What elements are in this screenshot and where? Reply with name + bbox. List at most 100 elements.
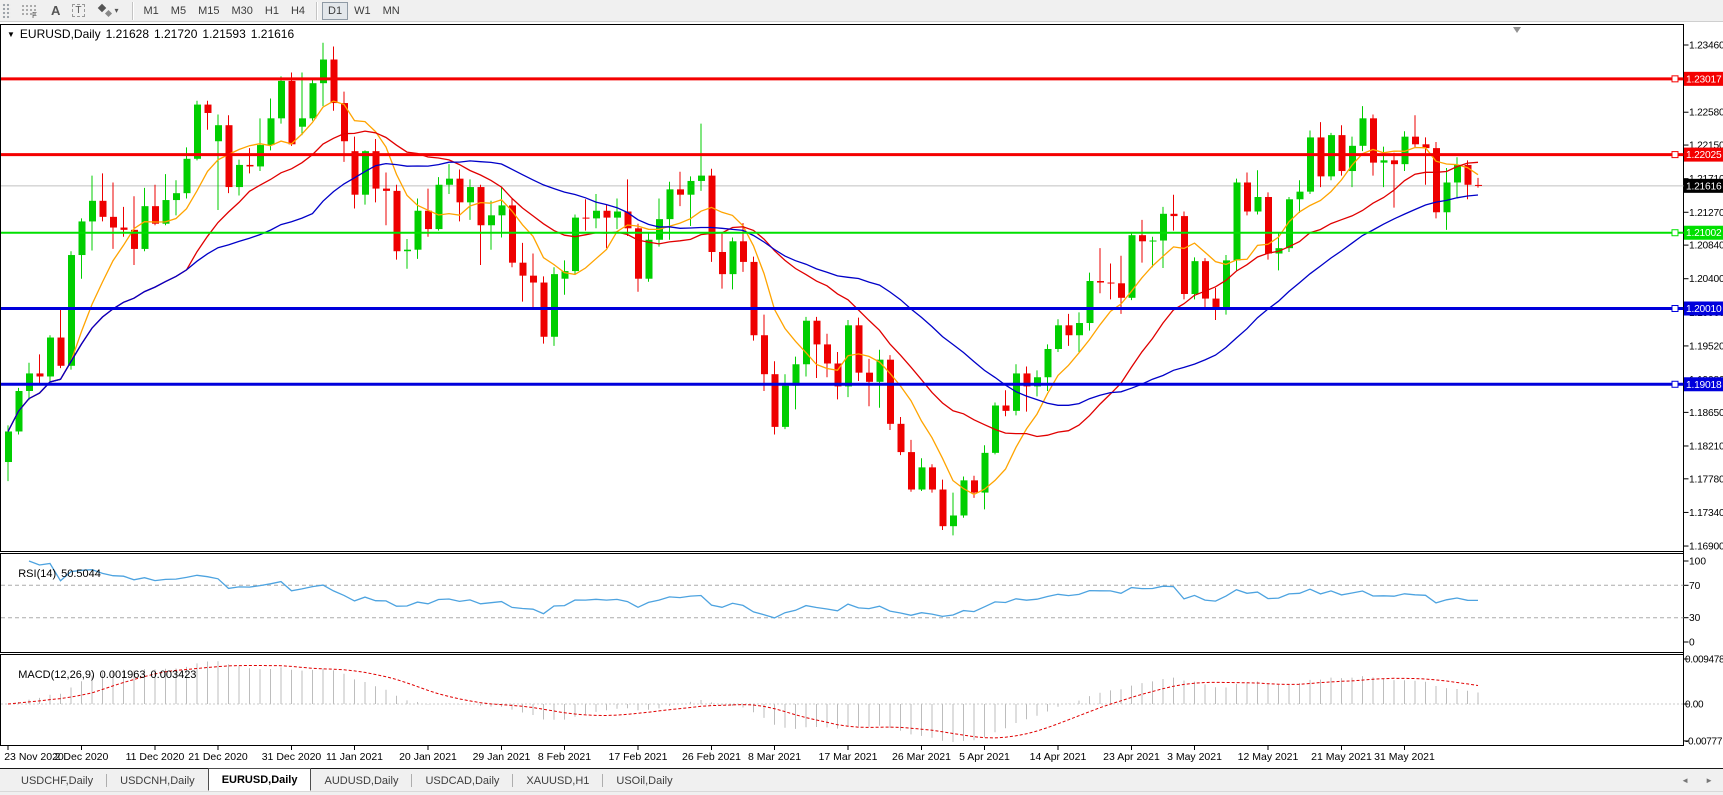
candle-body bbox=[1003, 406, 1010, 411]
timeframe-button-m5[interactable]: M5 bbox=[165, 2, 192, 20]
x-tick-label: 5 Apr 2021 bbox=[959, 751, 1010, 763]
candle-body bbox=[793, 364, 800, 385]
candle-body bbox=[751, 262, 758, 335]
text-tool-icon[interactable]: T bbox=[66, 2, 90, 20]
macd-pane[interactable] bbox=[1, 655, 1684, 746]
level-handle[interactable] bbox=[1672, 230, 1678, 236]
level-price-tag-label: 1.23017 bbox=[1686, 74, 1722, 85]
candle-body bbox=[110, 217, 117, 228]
candle-body bbox=[184, 159, 191, 193]
candle-body bbox=[163, 200, 170, 224]
candle-body bbox=[551, 274, 558, 337]
timeframe-button-mn[interactable]: MN bbox=[377, 2, 406, 20]
candle-body bbox=[1297, 192, 1304, 200]
timeframe-button-w1[interactable]: W1 bbox=[348, 2, 377, 20]
tab-audusd[interactable]: AUDUSD,Daily bbox=[311, 769, 411, 791]
level-handle[interactable] bbox=[1672, 76, 1678, 82]
candle-body bbox=[215, 125, 222, 141]
rsi-tick-label: 30 bbox=[1689, 613, 1701, 624]
timeframe-button-m1[interactable]: M1 bbox=[138, 2, 165, 20]
candle-body bbox=[782, 386, 789, 427]
candle-body bbox=[331, 60, 338, 104]
level-price-tag-label: 1.20010 bbox=[1686, 304, 1722, 315]
candle-body bbox=[803, 321, 810, 365]
tab-usdcad[interactable]: USDCAD,Daily bbox=[412, 769, 512, 791]
tab-usoil[interactable]: USOil,Daily bbox=[603, 769, 685, 791]
candle-body bbox=[425, 211, 432, 229]
candle-body bbox=[1360, 118, 1367, 145]
level-handle[interactable] bbox=[1672, 152, 1678, 158]
candle-body bbox=[1412, 137, 1419, 145]
candle-body bbox=[194, 105, 201, 159]
macd-tick-label: 0.00 bbox=[1685, 700, 1704, 711]
tab-scroll-controls: ◄ ► bbox=[1681, 769, 1723, 791]
candle-body bbox=[814, 321, 821, 345]
toolbar-grip[interactable] bbox=[2, 3, 11, 19]
candle-body bbox=[1255, 197, 1262, 212]
timeframe-button-m30[interactable]: M30 bbox=[225, 2, 258, 20]
candle-body bbox=[929, 467, 936, 489]
tab-usdchf[interactable]: USDCHF,Daily bbox=[8, 769, 106, 791]
chart-header: ▼ EURUSD,Daily 1.21628 1.21720 1.21593 1… bbox=[7, 27, 299, 41]
tab-eurusd[interactable]: EURUSD,Daily bbox=[208, 768, 312, 791]
macd-tick-label: -0.00777 bbox=[1685, 736, 1723, 747]
candle-body bbox=[100, 201, 107, 217]
symbol-tabs: USDCHF,DailyUSDCNH,DailyEURUSD,DailyAUDU… bbox=[8, 769, 686, 791]
level-price-tag-label: 1.19018 bbox=[1686, 380, 1722, 391]
candle-body bbox=[394, 191, 401, 251]
candle-body bbox=[856, 325, 863, 372]
level-handle[interactable] bbox=[1672, 381, 1678, 387]
candle-body bbox=[310, 83, 317, 118]
chart-window[interactable]: 1.234601.230201.225801.221501.217101.212… bbox=[0, 22, 1723, 768]
timeframe-button-m15[interactable]: M15 bbox=[192, 2, 225, 20]
price-pane[interactable] bbox=[1, 25, 1684, 552]
candle-body bbox=[593, 211, 600, 219]
candle-body bbox=[530, 276, 537, 283]
candle-body bbox=[446, 179, 453, 185]
fibonacci-tool-icon[interactable]: F bbox=[15, 2, 45, 20]
candle-body bbox=[730, 241, 737, 274]
drawing-tools-group: FAT▾ bbox=[15, 2, 127, 20]
candle-body bbox=[1202, 261, 1209, 298]
tab-xauusd[interactable]: XAUUSD,H1 bbox=[513, 769, 602, 791]
candle-body bbox=[1087, 281, 1094, 323]
tab-scroll-right-icon[interactable]: ► bbox=[1705, 776, 1713, 785]
candle-body bbox=[709, 176, 716, 252]
candle-body bbox=[205, 105, 212, 113]
candle-body bbox=[1391, 160, 1398, 164]
rsi-pane[interactable] bbox=[1, 554, 1684, 653]
candle-body bbox=[635, 228, 642, 278]
level-handle[interactable] bbox=[1672, 306, 1678, 312]
tab-scroll-left-icon[interactable]: ◄ bbox=[1681, 776, 1689, 785]
x-tick-label: 8 Mar 2021 bbox=[748, 751, 801, 763]
candle-body bbox=[688, 181, 695, 195]
tab-usdcnh[interactable]: USDCNH,Daily bbox=[107, 769, 208, 791]
x-tick-label: 14 Apr 2021 bbox=[1030, 751, 1087, 763]
candle-body bbox=[887, 360, 894, 424]
y-tick-label: 1.19520 bbox=[1689, 341, 1723, 352]
candle-body bbox=[236, 165, 243, 187]
timeframe-button-h4[interactable]: H4 bbox=[285, 2, 311, 20]
chart-dropdown-icon[interactable]: ▼ bbox=[7, 30, 15, 39]
timeframe-button-d1[interactable]: D1 bbox=[322, 2, 348, 20]
toolbar-separator bbox=[132, 2, 133, 20]
y-tick-label: 1.22580 bbox=[1689, 108, 1723, 119]
timeframe-button-h1[interactable]: H1 bbox=[259, 2, 285, 20]
text-label-icon[interactable]: A bbox=[45, 2, 66, 20]
candle-body bbox=[761, 335, 768, 374]
candle-body bbox=[604, 211, 611, 218]
arrow-tools-icon[interactable]: ▾ bbox=[91, 2, 127, 20]
chart-canvas[interactable]: 1.234601.230201.225801.221501.217101.212… bbox=[0, 22, 1723, 768]
candle-body bbox=[614, 212, 621, 218]
y-tick-label: 1.21270 bbox=[1689, 208, 1723, 219]
x-tick-label: 21 Dec 2020 bbox=[188, 751, 248, 763]
candle-body bbox=[740, 241, 747, 262]
x-tick-label: 17 Feb 2021 bbox=[609, 751, 668, 763]
candle-body bbox=[898, 424, 905, 452]
level-price-tag-label: 1.21002 bbox=[1686, 228, 1722, 239]
candle-body bbox=[1213, 299, 1220, 307]
x-tick-label: 20 Jan 2021 bbox=[399, 751, 457, 763]
candle-body bbox=[383, 189, 390, 191]
macd-panel-label: MACD(12,26,9)0.0019630.003423 bbox=[6, 657, 201, 693]
candle-body bbox=[772, 374, 779, 427]
